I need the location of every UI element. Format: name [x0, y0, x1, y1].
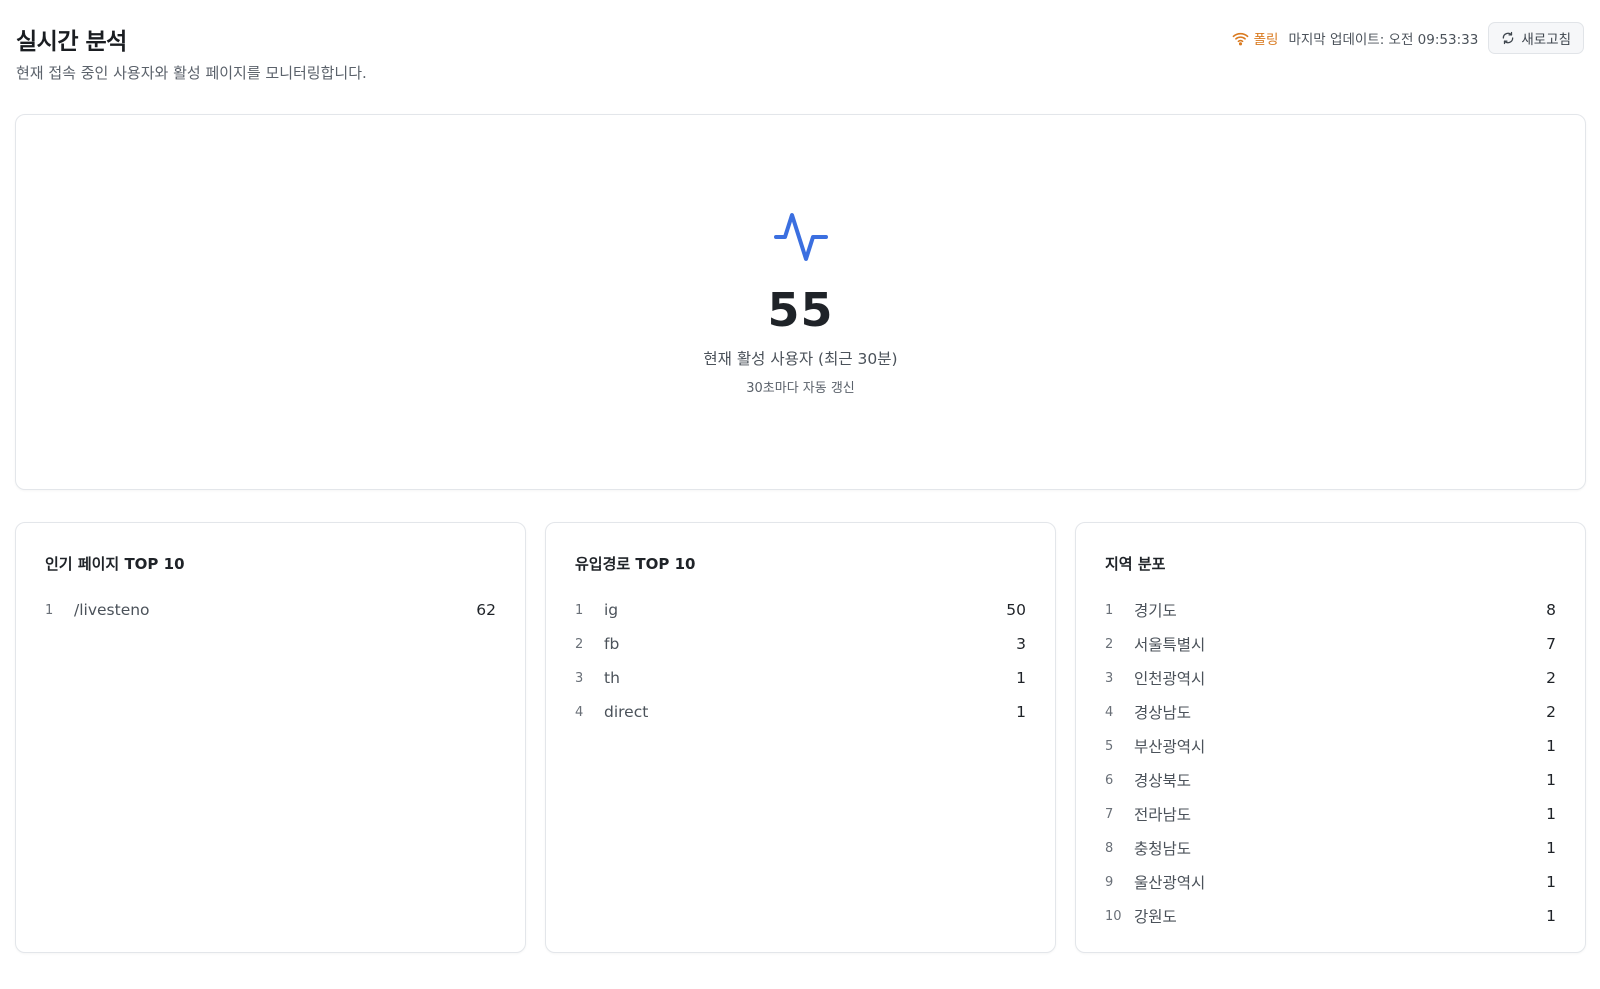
item-name: fb — [604, 635, 620, 653]
item-count: 8 — [1546, 601, 1556, 619]
item-count: 1 — [1016, 669, 1026, 687]
item-name: ig — [604, 601, 619, 619]
list-item: 9 울산광역시 1 — [1105, 865, 1556, 899]
item-name: th — [604, 669, 620, 687]
status-area: 폴링 마지막 업데이트: 오전 09:53:33 새로고침 — [1232, 22, 1584, 54]
last-update-text: 마지막 업데이트: 오전 09:53:33 — [1288, 32, 1479, 48]
item-rank: 3 — [575, 670, 584, 686]
item-count: 2 — [1546, 703, 1556, 721]
item-rank: 9 — [1105, 874, 1114, 890]
item-rank: 2 — [575, 636, 584, 652]
list-item: 1 ig 50 — [575, 593, 1026, 627]
list-item: 3 th 1 — [575, 661, 1026, 695]
wifi-icon — [1232, 32, 1248, 45]
item-count: 1 — [1546, 907, 1556, 925]
list-item: 7 전라남도 1 — [1105, 797, 1556, 831]
item-count: 2 — [1546, 669, 1556, 687]
item-rank: 6 — [1105, 772, 1114, 788]
refresh-label: 새로고침 — [1521, 32, 1571, 48]
active-users-label: 현재 활성 사용자 (최근 30분) — [703, 350, 898, 368]
item-rank: 4 — [1105, 704, 1114, 720]
regions-list: 1 경기도 8 2 서울특별시 7 3 인천광역시 2 4 경상남도 2 5 부 — [1105, 593, 1556, 933]
polling-label: 폴링 — [1253, 32, 1279, 48]
page-title: 실시간 분석 — [16, 29, 127, 55]
page-header: 실시간 분석 현재 접속 중인 사용자와 활성 페이지를 모니터링합니다. 폴링… — [16, 18, 1584, 88]
item-name: direct — [604, 703, 649, 721]
regions-title: 지역 분포 — [1105, 555, 1166, 573]
polling-status: 폴링 — [1232, 28, 1279, 48]
refresh-button[interactable]: 새로고침 — [1488, 22, 1584, 54]
item-count: 50 — [1006, 601, 1026, 619]
item-name: 충청남도 — [1134, 840, 1192, 858]
item-rank: 7 — [1105, 806, 1114, 822]
item-name: 부산광역시 — [1134, 738, 1206, 756]
item-rank: 4 — [575, 704, 584, 720]
active-users-count: 55 — [767, 283, 834, 337]
list-item: 1 경기도 8 — [1105, 593, 1556, 627]
referrers-card: 유입경로 TOP 10 1 ig 50 2 fb 3 3 th 1 4 dire… — [545, 522, 1056, 953]
item-name: 서울특별시 — [1134, 636, 1206, 654]
realtime-analytics-page: 실시간 분석 현재 접속 중인 사용자와 활성 페이지를 모니터링합니다. 폴링… — [0, 0, 1600, 989]
item-name: /livesteno — [74, 601, 150, 619]
item-count: 3 — [1016, 635, 1026, 653]
item-name: 강원도 — [1134, 908, 1177, 926]
list-item: 4 direct 1 — [575, 695, 1026, 729]
auto-refresh-note: 30초마다 자동 갱신 — [746, 381, 855, 396]
item-rank: 1 — [1105, 602, 1114, 618]
list-item: 4 경상남도 2 — [1105, 695, 1556, 729]
item-name: 전라남도 — [1134, 806, 1192, 824]
list-item: 6 경상북도 1 — [1105, 763, 1556, 797]
list-item: 2 서울특별시 7 — [1105, 627, 1556, 661]
item-count: 1 — [1546, 737, 1556, 755]
list-item: 3 인천광역시 2 — [1105, 661, 1556, 695]
item-rank: 5 — [1105, 738, 1114, 754]
referrers-list: 1 ig 50 2 fb 3 3 th 1 4 direct 1 — [575, 593, 1026, 729]
item-rank: 10 — [1105, 908, 1122, 924]
item-count: 1 — [1546, 771, 1556, 789]
item-rank: 1 — [45, 602, 54, 618]
item-name: 경상북도 — [1134, 772, 1192, 790]
regions-card: 지역 분포 1 경기도 8 2 서울특별시 7 3 인천광역시 2 4 경상남도… — [1075, 522, 1586, 953]
item-name: 울산광역시 — [1134, 874, 1206, 892]
item-count: 1 — [1016, 703, 1026, 721]
popular-pages-card: 인기 페이지 TOP 10 1 /livesteno 62 — [15, 522, 526, 953]
list-item: 1 /livesteno 62 — [45, 593, 496, 627]
list-item: 5 부산광역시 1 — [1105, 729, 1556, 763]
item-rank: 1 — [575, 602, 584, 618]
list-item: 10 강원도 1 — [1105, 899, 1556, 933]
refresh-icon — [1503, 31, 1514, 45]
list-item: 2 fb 3 — [575, 627, 1026, 661]
item-count: 62 — [476, 601, 496, 619]
item-rank: 8 — [1105, 840, 1114, 856]
item-count: 7 — [1546, 635, 1556, 653]
item-rank: 3 — [1105, 670, 1114, 686]
popular-pages-title: 인기 페이지 TOP 10 — [45, 555, 185, 573]
page-subtitle: 현재 접속 중인 사용자와 활성 페이지를 모니터링합니다. — [16, 64, 367, 82]
item-count: 1 — [1546, 839, 1556, 857]
item-rank: 2 — [1105, 636, 1114, 652]
item-count: 1 — [1546, 805, 1556, 823]
active-users-card: 55 현재 활성 사용자 (최근 30분) 30초마다 자동 갱신 — [15, 114, 1586, 490]
referrers-title: 유입경로 TOP 10 — [575, 555, 696, 573]
popular-pages-list: 1 /livesteno 62 — [45, 593, 496, 627]
item-name: 경기도 — [1134, 602, 1177, 620]
item-count: 1 — [1546, 873, 1556, 891]
item-name: 인천광역시 — [1134, 670, 1206, 688]
activity-icon — [773, 213, 828, 261]
list-item: 8 충청남도 1 — [1105, 831, 1556, 865]
item-name: 경상남도 — [1134, 704, 1192, 722]
